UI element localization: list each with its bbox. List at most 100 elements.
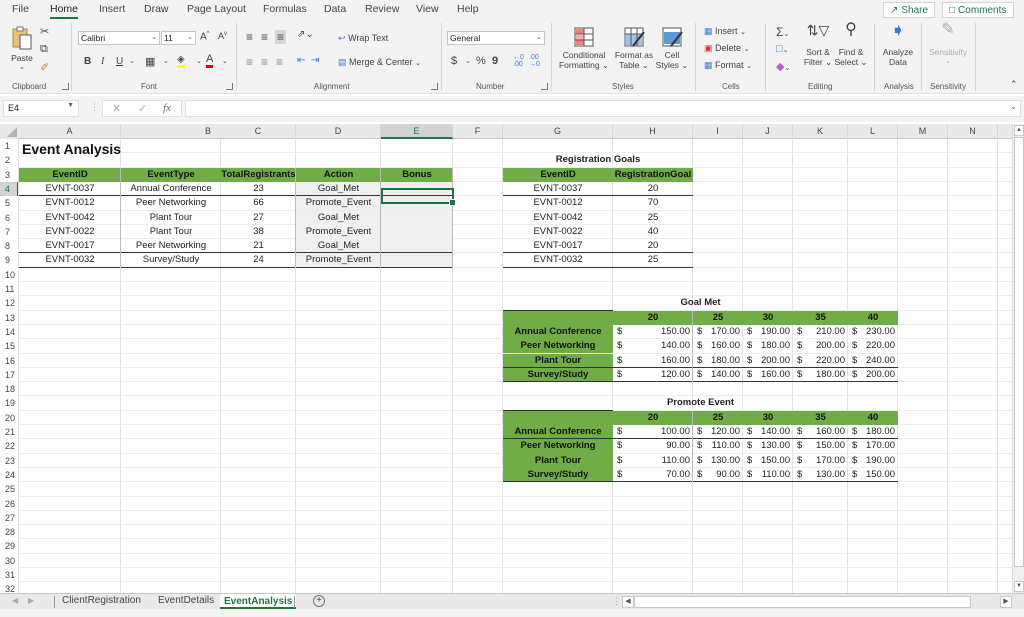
tab-view[interactable]: View — [416, 3, 439, 15]
cell-b9[interactable]: Survey/Study — [121, 253, 221, 267]
promote-value[interactable]: $90.00 — [693, 468, 743, 482]
comma-button[interactable]: 9 — [492, 55, 498, 67]
cell-a4[interactable]: EVNT-0037 — [19, 182, 121, 196]
cell-d4[interactable]: Goal_Met — [296, 181, 381, 197]
promote-value[interactable]: $130.00 — [693, 454, 743, 468]
increase-indent-icon[interactable]: ⇥ — [311, 55, 319, 66]
align-right-icon[interactable]: ≡ — [276, 55, 283, 69]
goal-met-value[interactable]: $160.00 — [613, 354, 693, 368]
cell-e7[interactable] — [381, 224, 453, 240]
row-header-1[interactable]: 1 — [0, 139, 19, 153]
tab-home[interactable]: Home — [50, 3, 79, 19]
clear-icon[interactable]: ◆⌄ — [776, 60, 790, 73]
goal-met-value[interactable]: $200.00 — [848, 368, 898, 382]
row-header-19[interactable]: 19 — [0, 396, 19, 410]
row-header-12[interactable]: 12 — [0, 296, 19, 310]
cell-a7[interactable]: EVNT-0022 — [19, 225, 121, 239]
currency-dropdown[interactable]: ⌄ — [465, 57, 471, 65]
promote-value[interactable]: $150.00 — [743, 454, 793, 468]
goals-cell-g5[interactable]: EVNT-0012 — [503, 196, 613, 210]
column-header-j[interactable]: J — [743, 124, 793, 139]
row-header-8[interactable]: 8 — [0, 239, 19, 253]
promote-value[interactable]: $90.00 — [613, 439, 693, 453]
row-header-31[interactable]: 31 — [0, 568, 19, 582]
goals-cell-g8[interactable]: EVNT-0017 — [503, 239, 613, 253]
tab-insert[interactable]: Insert — [99, 3, 125, 15]
column-header-i[interactable]: I — [693, 124, 743, 139]
cell-c5[interactable]: 66 — [221, 196, 296, 210]
horizontal-scroll-thumb[interactable] — [634, 596, 971, 608]
percent-button[interactable]: % — [476, 55, 486, 67]
currency-button[interactable]: $ — [451, 55, 457, 67]
tab-draw[interactable]: Draw — [144, 3, 169, 15]
cell-d5[interactable]: Promote_Event — [296, 196, 381, 211]
row-header-28[interactable]: 28 — [0, 525, 19, 539]
row-header-7[interactable]: 7 — [0, 225, 19, 239]
expand-formula-icon[interactable]: ⌄ — [1010, 102, 1017, 111]
spreadsheet-grid[interactable]: A B C D E F G H I J K L M N 1 2 3 4 5 6 7 8 9 10 1… — [0, 124, 1012, 594]
goal-met-value[interactable]: $170.00 — [693, 325, 743, 339]
goal-met-value[interactable]: $140.00 — [693, 368, 743, 382]
autosum-icon[interactable]: Σ⌄ — [776, 25, 789, 39]
cell-c7[interactable]: 38 — [221, 225, 296, 239]
conditional-formatting-button[interactable]: Conditional Formatting ⌄ — [558, 26, 610, 70]
underline-button[interactable]: U — [116, 56, 123, 67]
cut-icon[interactable]: ✂ — [40, 25, 49, 38]
find-select-button[interactable]: ⚲ Find & Select ⌄ — [834, 22, 868, 68]
goal-met-value[interactable]: $180.00 — [743, 339, 793, 353]
goal-met-value[interactable]: $190.00 — [743, 325, 793, 339]
promote-value[interactable]: $170.00 — [793, 454, 848, 468]
horizontal-scrollbar[interactable]: ◀ ▶ — [622, 596, 1012, 608]
cell-c4[interactable]: 23 — [221, 182, 296, 196]
merge-center-button[interactable]: ▤ Merge & Center ⌄ — [338, 57, 421, 68]
tab-splitter[interactable]: ⋮ — [612, 596, 621, 607]
promote-value[interactable]: $140.00 — [743, 425, 793, 439]
row-header-21[interactable]: 21 — [0, 425, 19, 439]
row-header-16[interactable]: 16 — [0, 354, 19, 368]
column-header-l[interactable]: L — [848, 124, 898, 139]
column-header-g[interactable]: G — [503, 124, 613, 139]
decrease-font-icon[interactable]: Av — [218, 31, 227, 41]
row-header-24[interactable]: 24 — [0, 468, 19, 482]
goal-met-value[interactable]: $240.00 — [848, 354, 898, 368]
scroll-up-icon[interactable]: ▲ — [1014, 125, 1024, 136]
goal-met-value[interactable]: $160.00 — [743, 368, 793, 382]
increase-font-icon[interactable]: A^ — [200, 31, 210, 42]
goal-met-value[interactable]: $200.00 — [743, 354, 793, 368]
row-header-18[interactable]: 18 — [0, 382, 19, 396]
row-header-30[interactable]: 30 — [0, 554, 19, 568]
promote-value[interactable]: $190.00 — [848, 454, 898, 468]
goal-met-value[interactable]: $220.00 — [848, 339, 898, 353]
wrap-text-button[interactable]: ↩ Wrap Text — [338, 33, 388, 44]
promote-value[interactable]: $150.00 — [793, 439, 848, 453]
goal-met-value[interactable]: $150.00 — [613, 325, 693, 339]
goals-cell-g4[interactable]: EVNT-0037 — [503, 182, 613, 196]
cell-styles-button[interactable]: Cell Styles ⌄ — [655, 26, 689, 70]
align-bottom-icon[interactable]: ≡ — [275, 30, 287, 44]
column-header-c[interactable]: C — [221, 124, 296, 139]
cell-b5[interactable]: Peer Networking — [121, 196, 221, 210]
scroll-left-icon[interactable]: ◀ — [622, 596, 634, 608]
cell-a6[interactable]: EVNT-0042 — [19, 211, 121, 225]
row-header-5[interactable]: 5 — [0, 196, 19, 210]
sort-filter-button[interactable]: ⇅▽ Sort & Filter ⌄ — [800, 23, 836, 67]
tab-page-layout[interactable]: Page Layout — [187, 3, 246, 15]
sheet-tab-eventanalysis[interactable]: EventAnalysis — [220, 594, 297, 609]
goal-met-value[interactable]: $210.00 — [793, 325, 848, 339]
promote-value[interactable]: $110.00 — [613, 454, 693, 468]
tab-data[interactable]: Data — [324, 3, 346, 15]
row-header-2[interactable]: 2 — [0, 153, 19, 167]
active-cell-e4[interactable] — [381, 188, 456, 206]
enter-icon[interactable]: ✓ — [138, 102, 147, 115]
row-header-23[interactable]: 23 — [0, 454, 19, 468]
cell-c8[interactable]: 21 — [221, 239, 296, 253]
scroll-down-icon[interactable]: ▼ — [1014, 581, 1024, 592]
column-header-k[interactable]: K — [793, 124, 848, 139]
copy-icon[interactable]: ⧉ — [40, 43, 48, 56]
delete-cells-button[interactable]: ▣ Delete ⌄ — [704, 43, 749, 54]
promote-value[interactable]: $110.00 — [743, 468, 793, 482]
cell-e9[interactable] — [381, 253, 453, 268]
goal-met-value[interactable]: $200.00 — [793, 339, 848, 353]
promote-value[interactable]: $70.00 — [613, 468, 693, 482]
row-header-27[interactable]: 27 — [0, 511, 19, 525]
